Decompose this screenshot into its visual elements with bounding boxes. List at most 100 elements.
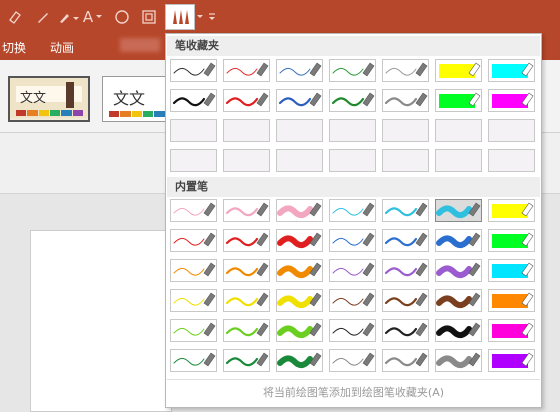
favorite-pen-1-2[interactable] xyxy=(223,59,270,82)
pen-tip-icon xyxy=(415,202,428,217)
builtin-pen-6-6[interactable] xyxy=(435,349,482,372)
builtin-pen-4-6[interactable] xyxy=(435,289,482,312)
favorite-pen-1-6[interactable] xyxy=(435,59,482,82)
tab-animations[interactable]: 动画 xyxy=(50,39,74,56)
builtin-pen-1-4[interactable] xyxy=(329,199,376,222)
builtin-pen-5-7[interactable] xyxy=(488,319,535,342)
builtin-pen-6-2[interactable] xyxy=(223,349,270,372)
favorite-pen-2-6[interactable] xyxy=(435,89,482,112)
builtin-pen-6-5[interactable] xyxy=(382,349,429,372)
favorite-pen-2-5[interactable] xyxy=(382,89,429,112)
builtin-pen-3-7[interactable] xyxy=(488,259,535,282)
builtin-pen-2-7[interactable] xyxy=(488,229,535,252)
builtin-pen-3-1[interactable] xyxy=(170,259,217,282)
builtin-pen-2-3[interactable] xyxy=(276,229,323,252)
builtin-pen-3-3[interactable] xyxy=(276,259,323,282)
ink-stroke xyxy=(277,235,313,249)
pen-swatch-icon xyxy=(277,202,322,219)
builtin-pen-1-1[interactable] xyxy=(170,199,217,222)
favorite-pen-2-1[interactable] xyxy=(170,89,217,112)
builtin-pen-5-6[interactable] xyxy=(435,319,482,342)
theme-color-swatch xyxy=(72,110,83,116)
eraser-icon[interactable] xyxy=(4,8,26,26)
builtin-pen-5-3[interactable] xyxy=(276,319,323,342)
more-icon[interactable] xyxy=(205,8,219,26)
highlight-stroke xyxy=(492,354,528,368)
theme-color-swatch xyxy=(16,110,27,116)
pen-swatch-icon xyxy=(172,92,216,107)
pen-tip-icon xyxy=(309,92,322,107)
pen-swatch-icon xyxy=(173,352,216,367)
builtin-pen-1-7[interactable] xyxy=(488,199,535,222)
favorite-pen-2-2[interactable] xyxy=(223,89,270,112)
builtin-pen-2-4[interactable] xyxy=(329,229,376,252)
builtin-pen-6-7[interactable] xyxy=(488,349,535,372)
builtin-pen-4-1[interactable] xyxy=(170,289,217,312)
builtin-pen-5-1[interactable] xyxy=(170,319,217,342)
builtin-pen-2-6[interactable] xyxy=(435,229,482,252)
builtin-pen-1-6[interactable] xyxy=(435,199,482,222)
ink-stroke xyxy=(173,237,205,246)
pen-swatch-icon xyxy=(492,62,534,78)
ink-stroke xyxy=(225,357,259,367)
ink-stroke xyxy=(384,97,418,107)
favorite-pen-1-3[interactable] xyxy=(276,59,323,82)
favorite-pen-1-5[interactable] xyxy=(382,59,429,82)
builtin-pen-4-3[interactable] xyxy=(276,289,323,312)
builtin-pen-6-1[interactable] xyxy=(170,349,217,372)
builtin-pen-5-2[interactable] xyxy=(223,319,270,342)
pens-gallery-button[interactable] xyxy=(165,4,195,30)
ink-stroke xyxy=(384,357,418,367)
builtin-pen-6-4[interactable] xyxy=(329,349,376,372)
favorite-pen-4-1 xyxy=(170,149,217,172)
pen-swatch-icon xyxy=(436,322,481,339)
theme-color-swatch xyxy=(49,110,61,116)
pen-swatch-icon xyxy=(225,352,269,367)
pen-swatch-icon xyxy=(384,202,428,217)
pen-swatch-icon xyxy=(225,92,269,107)
pen-tip-icon xyxy=(203,322,216,337)
builtin-pen-4-5[interactable] xyxy=(382,289,429,312)
favorite-pen-2-7[interactable] xyxy=(488,89,535,112)
text-color-icon[interactable]: A xyxy=(80,8,106,26)
builtin-pen-3-6[interactable] xyxy=(435,259,482,282)
theme-1-text: 文文 xyxy=(20,91,47,106)
builtin-pen-2-2[interactable] xyxy=(223,229,270,252)
favorite-pen-2-3[interactable] xyxy=(276,89,323,112)
circle-icon[interactable] xyxy=(112,8,132,26)
theme-thumbnail-1[interactable]: 文文 xyxy=(8,76,90,122)
builtin-pen-5-5[interactable] xyxy=(382,319,429,342)
builtin-pen-3-2[interactable] xyxy=(223,259,270,282)
builtin-pen-4-7[interactable] xyxy=(488,289,535,312)
highlight-stroke xyxy=(492,294,528,308)
builtin-pen-1-5[interactable] xyxy=(382,199,429,222)
builtin-pen-6-3[interactable] xyxy=(276,349,323,372)
pens-gallery-icon xyxy=(173,10,189,24)
builtin-pen-2-5[interactable] xyxy=(382,229,429,252)
ink-stroke xyxy=(332,357,364,366)
pen-swatch-icon xyxy=(225,202,269,217)
builtin-pen-3-5[interactable] xyxy=(382,259,429,282)
builtin-pen-2-1[interactable] xyxy=(170,229,217,252)
favorite-pen-2-4[interactable] xyxy=(329,89,376,112)
pen-tip-icon xyxy=(256,292,269,307)
favorite-pen-1-4[interactable] xyxy=(329,59,376,82)
builtin-pen-4-4[interactable] xyxy=(329,289,376,312)
highlighter-icon[interactable] xyxy=(56,8,82,26)
builtin-pen-4-2[interactable] xyxy=(223,289,270,312)
favorite-pen-1-1[interactable] xyxy=(170,59,217,82)
ink-stroke xyxy=(332,207,364,216)
pen-tip-icon xyxy=(203,202,216,217)
builtin-pen-5-4[interactable] xyxy=(329,319,376,342)
builtin-pen-1-3[interactable] xyxy=(276,199,323,222)
slide-canvas[interactable] xyxy=(30,230,172,412)
builtin-pen-3-4[interactable] xyxy=(329,259,376,282)
favorite-pen-1-7[interactable] xyxy=(488,59,535,82)
ink-stroke xyxy=(226,67,258,76)
pen-swatch-icon xyxy=(173,202,216,217)
builtin-pen-1-2[interactable] xyxy=(223,199,270,222)
pen-icon[interactable] xyxy=(32,8,54,26)
favorite-pen-3-4 xyxy=(329,119,376,142)
tab-transitions[interactable]: 切换 xyxy=(2,39,26,56)
convert-to-shape-icon[interactable] xyxy=(139,8,159,26)
